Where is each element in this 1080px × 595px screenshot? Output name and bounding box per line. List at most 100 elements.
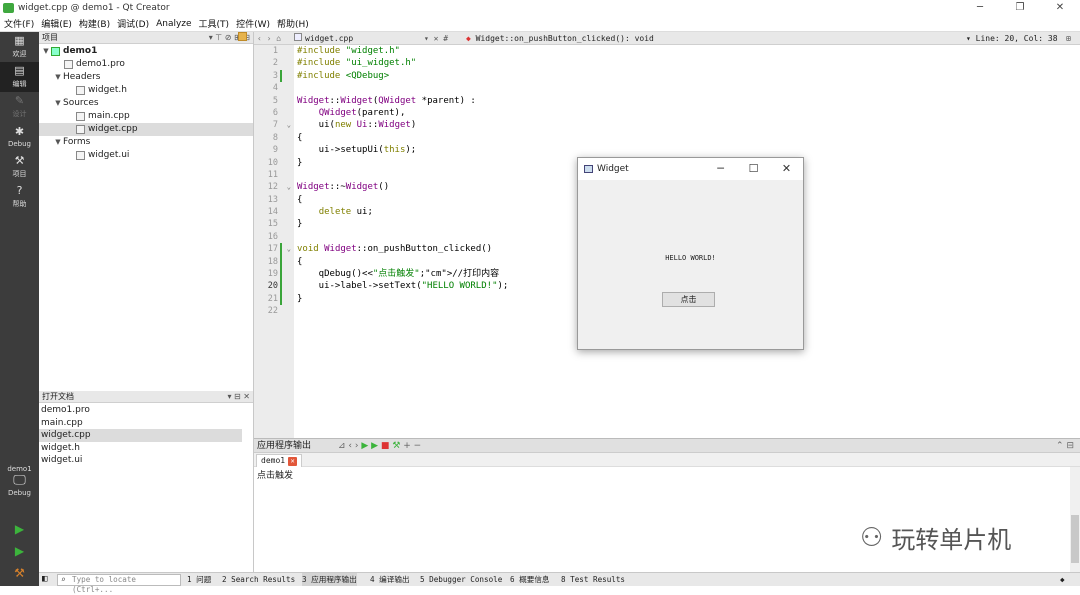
chevron-down-icon[interactable]: ▼ bbox=[53, 97, 63, 110]
nav-arrows-icon[interactable]: ‹ › ⌂ bbox=[257, 32, 281, 45]
minimize-button[interactable]: ─ bbox=[960, 0, 1000, 16]
output-scrollbar[interactable] bbox=[1070, 467, 1080, 572]
cursor-position-text: Line: 20, Col: 38 bbox=[975, 34, 1058, 43]
code-line[interactable]: #include "widget.h" bbox=[294, 45, 1080, 57]
status-tab-compile[interactable]: 4 编译输出 bbox=[370, 573, 410, 586]
run-icon[interactable]: ▶ bbox=[0, 518, 39, 540]
status-tab-tests[interactable]: 8 Test Results bbox=[561, 573, 625, 586]
widget-window-title: Widget bbox=[597, 164, 629, 174]
grid-icon: ▦ bbox=[14, 34, 25, 47]
tree-item-file[interactable]: widget.ui bbox=[39, 149, 253, 162]
menu-widgets[interactable]: 控件(W) bbox=[236, 17, 270, 30]
tree-item-file[interactable]: widget.h bbox=[39, 84, 253, 97]
menu-help[interactable]: 帮助(H) bbox=[277, 17, 309, 30]
maximize-button[interactable]: ❐ bbox=[1000, 0, 1040, 16]
open-doc-item[interactable]: widget.ui bbox=[39, 454, 242, 467]
menu-edit[interactable]: 编辑(E) bbox=[41, 17, 72, 30]
status-tab-debugger[interactable]: 5 Debugger Console bbox=[420, 573, 502, 586]
open-doc-item[interactable]: main.cpp bbox=[39, 417, 242, 430]
line-number: 10 bbox=[267, 157, 278, 168]
push-button[interactable]: 点击 bbox=[662, 292, 715, 307]
locate-input[interactable]: ⌕ Type to locate (Ctrl+... bbox=[57, 574, 181, 594]
code-line[interactable]: Widget::Widget(QWidget *parent) : bbox=[294, 95, 1080, 107]
tree-item-file[interactable]: widget.cpp bbox=[39, 123, 253, 136]
open-doc-item[interactable]: widget.h bbox=[39, 442, 242, 455]
code-line[interactable] bbox=[294, 82, 1080, 94]
mode-help[interactable]: ? 帮助 bbox=[0, 182, 39, 212]
tree-item-file[interactable]: main.cpp bbox=[39, 110, 253, 123]
editor-combo-arrows[interactable]: ▾ ✕ # bbox=[424, 32, 448, 45]
mode-projects[interactable]: ⚒ 项目 bbox=[0, 152, 39, 182]
minimize-button[interactable]: ─ bbox=[704, 158, 737, 180]
line-number: 2 bbox=[272, 58, 278, 69]
build-icon[interactable]: ⚒ bbox=[0, 562, 39, 584]
close-button[interactable]: ✕ bbox=[770, 158, 803, 180]
mode-debug[interactable]: ✱ Debug bbox=[0, 122, 39, 152]
edit-icon: ▤ bbox=[14, 64, 25, 77]
change-marker bbox=[280, 255, 282, 269]
mode-bar: ▦ 欢迎 ▤ 编辑 ✎ 设计 ✱ Debug ⚒ 项目 ? 帮助 bbox=[0, 32, 39, 586]
tree-item-folder[interactable]: ▼ Headers bbox=[39, 32, 253, 84]
search-icon: ⌕ bbox=[61, 575, 66, 584]
debug-run-icon[interactable]: ▶ bbox=[0, 540, 39, 562]
widget-window-titlebar: Widget ─ ☐ ✕ bbox=[578, 158, 803, 180]
code-line[interactable]: QWidget(parent), bbox=[294, 107, 1080, 119]
projects-pane: 项目 ▾ ⊤ ⊘ ⊞ ⊟ ▼ demo1 demo1.pro ▼ Headers… bbox=[39, 32, 254, 572]
code-line[interactable]: ui(new Ui::Widget) bbox=[294, 119, 1080, 131]
split-icon[interactable]: ⊞ bbox=[1066, 32, 1071, 45]
open-doc-item[interactable]: widget.cpp bbox=[39, 429, 242, 442]
tree-item-folder[interactable]: ▼ Forms bbox=[39, 32, 253, 149]
menu-analyze[interactable]: Analyze bbox=[156, 19, 191, 29]
output-tab[interactable]: demo1 ✕ bbox=[256, 454, 303, 467]
tree-item-project[interactable]: ▼ demo1 bbox=[39, 45, 253, 58]
fold-chevron-icon[interactable]: ⌄ bbox=[287, 119, 291, 131]
maximize-button[interactable]: ☐ bbox=[737, 158, 770, 180]
symbol-combo[interactable]: ◆ Widget::on_pushButton_clicked(): void bbox=[466, 32, 654, 45]
status-arrows-icon[interactable]: ◆ bbox=[1060, 573, 1065, 586]
close-icon[interactable]: ✕ bbox=[288, 457, 298, 466]
pane-tools[interactable]: ▾ ⊟ ✕ bbox=[227, 391, 250, 403]
status-tab-search[interactable]: 2 Search Results bbox=[222, 573, 295, 586]
status-tab-summary[interactable]: 6 概要信息 bbox=[510, 573, 550, 586]
fold-chevron-icon[interactable]: ⌄ bbox=[287, 181, 291, 193]
chevron-down-icon[interactable]: ▼ bbox=[41, 45, 51, 58]
change-marker bbox=[280, 280, 282, 293]
menu-debug[interactable]: 调试(D) bbox=[117, 17, 149, 30]
kit-selector[interactable]: demo1 🖵 Debug bbox=[0, 465, 39, 497]
cursor-position: ▾ Line: 20, Col: 38 bbox=[966, 34, 1058, 43]
wechat-icon: ⚇ bbox=[860, 522, 884, 553]
tree-item-label: widget.cpp bbox=[88, 124, 138, 134]
pencil-icon: ✎ bbox=[14, 94, 25, 107]
chevron-down-icon[interactable]: ▼ bbox=[53, 71, 63, 84]
hello-label: HELLO WORLD! bbox=[665, 254, 716, 262]
chevron-down-icon[interactable]: ▼ bbox=[53, 136, 63, 149]
open-doc-item[interactable]: demo1.pro bbox=[39, 404, 242, 417]
mode-welcome[interactable]: ▦ 欢迎 bbox=[0, 32, 39, 62]
editor-file-combo[interactable]: widget.cpp bbox=[294, 32, 353, 45]
mode-design[interactable]: ✎ 设计 bbox=[0, 92, 39, 122]
mode-edit[interactable]: ▤ 编辑 bbox=[0, 62, 39, 92]
code-line[interactable]: #include <QDebug> bbox=[294, 70, 1080, 82]
code-line[interactable]: #include "ui_widget.h" bbox=[294, 57, 1080, 69]
status-tab-issues[interactable]: 1 问题 bbox=[187, 573, 211, 586]
tree-item-folder[interactable]: ▼ Sources bbox=[39, 32, 253, 110]
output-tabs: demo1 ✕ bbox=[254, 453, 1080, 467]
code-line[interactable]: { bbox=[294, 132, 1080, 144]
close-button[interactable]: ✕ bbox=[1040, 0, 1080, 16]
tree-item-label: Headers bbox=[63, 72, 101, 82]
monitor-icon: 🖵 bbox=[13, 473, 26, 488]
line-number: 13 bbox=[267, 194, 278, 205]
status-tab-app-output[interactable]: 3 应用程序输出 bbox=[302, 573, 357, 586]
fold-chevron-icon[interactable]: ⌄ bbox=[287, 243, 291, 255]
menu-file[interactable]: 文件(F) bbox=[4, 17, 34, 30]
menu-build[interactable]: 构建(B) bbox=[79, 17, 110, 30]
line-number: 19 bbox=[254, 268, 294, 281]
menu-tools[interactable]: 工具(T) bbox=[199, 17, 230, 30]
watermark-text: 玩转单片机 bbox=[891, 526, 1012, 554]
scrollbar-thumb[interactable] bbox=[1071, 515, 1079, 563]
sidebar-toggle-icon[interactable]: ◧ bbox=[42, 573, 47, 586]
output-pane-controls[interactable]: ⌃ ⊟ bbox=[1056, 439, 1074, 453]
output-tools[interactable]: ⊿ ‹ › ▶ ▶ ■ ⚒ + − bbox=[338, 439, 421, 453]
tree-item-file[interactable]: demo1.pro bbox=[39, 58, 253, 71]
code-line[interactable]: ui->setupUi(this); bbox=[294, 144, 1080, 156]
